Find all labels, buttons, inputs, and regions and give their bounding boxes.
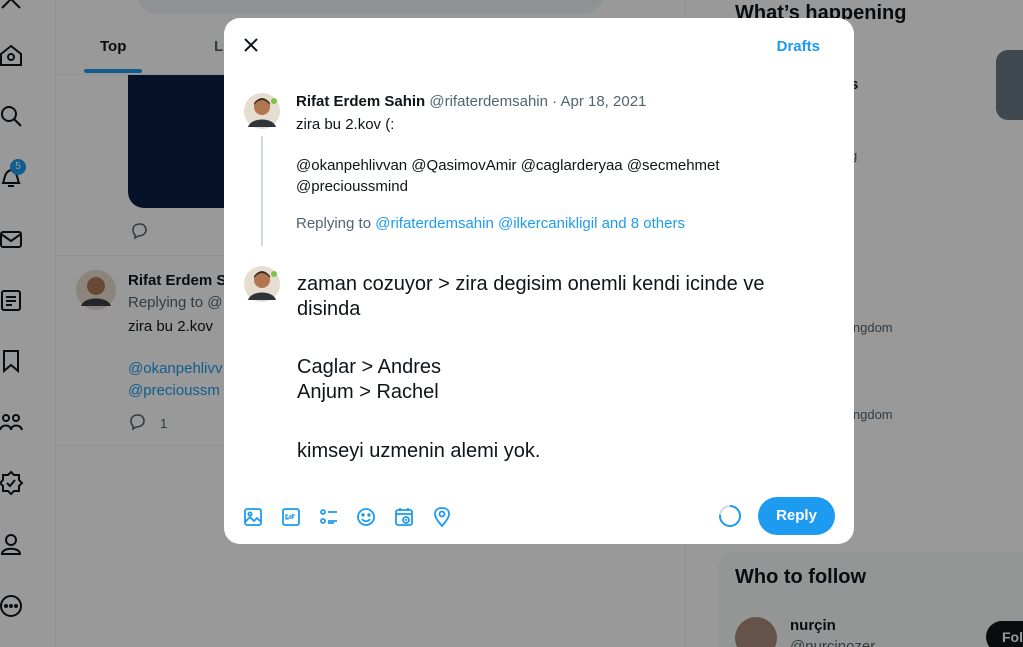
schedule-icon[interactable] (393, 506, 415, 528)
close-icon (244, 38, 258, 52)
reply-button[interactable]: Reply (758, 497, 835, 535)
reply-modal: Drafts Rifat Erdem Sahin @rifaterdemsahi… (224, 18, 854, 544)
original-tweet-mentions: @precioussmind (296, 178, 408, 195)
gif-icon[interactable] (280, 506, 302, 528)
reply-compose-textarea[interactable]: zaman cozuyor > zira degisim onemli kend… (297, 272, 817, 464)
replying-to-links[interactable]: @rifaterdemsahin @ilkercanikligil and 8 … (375, 215, 685, 232)
compose-line: disinda (297, 298, 361, 320)
compose-line: kimseyi uzmenin alemi yok. (297, 440, 541, 462)
original-tweet-header: Rifat Erdem Sahin @rifaterdemsahin · Apr… (296, 93, 646, 110)
thread-connector (261, 136, 263, 246)
replying-to-prefix: Replying to (296, 215, 376, 232)
image-icon[interactable] (242, 506, 264, 528)
avatar[interactable] (244, 264, 280, 304)
close-button[interactable] (240, 34, 262, 56)
compose-blank-line (297, 405, 817, 439)
replying-to: Replying to @rifaterdemsahin @ilkercanik… (296, 215, 685, 232)
compose-line: Anjum > Rachel (297, 381, 439, 403)
compose-line: Caglar > Andres (297, 356, 441, 378)
avatar[interactable] (244, 91, 280, 131)
location-icon[interactable] (431, 506, 453, 528)
poll-icon[interactable] (318, 506, 340, 528)
original-tweet-mentions: @okanpehlivvan @QasimovAmir @caglarderya… (296, 157, 720, 174)
drafts-button[interactable]: Drafts (777, 38, 820, 55)
original-author-name[interactable]: Rifat Erdem Sahin (296, 93, 425, 110)
character-progress-ring (718, 504, 742, 528)
emoji-icon[interactable] (355, 506, 377, 528)
original-author-meta[interactable]: @rifaterdemsahin · Apr 18, 2021 (429, 93, 646, 110)
compose-line: zaman cozuyor > zira degisim onemli kend… (297, 273, 765, 295)
compose-blank-line (297, 322, 817, 355)
original-tweet-text: zira bu 2.kov (: (296, 116, 395, 133)
